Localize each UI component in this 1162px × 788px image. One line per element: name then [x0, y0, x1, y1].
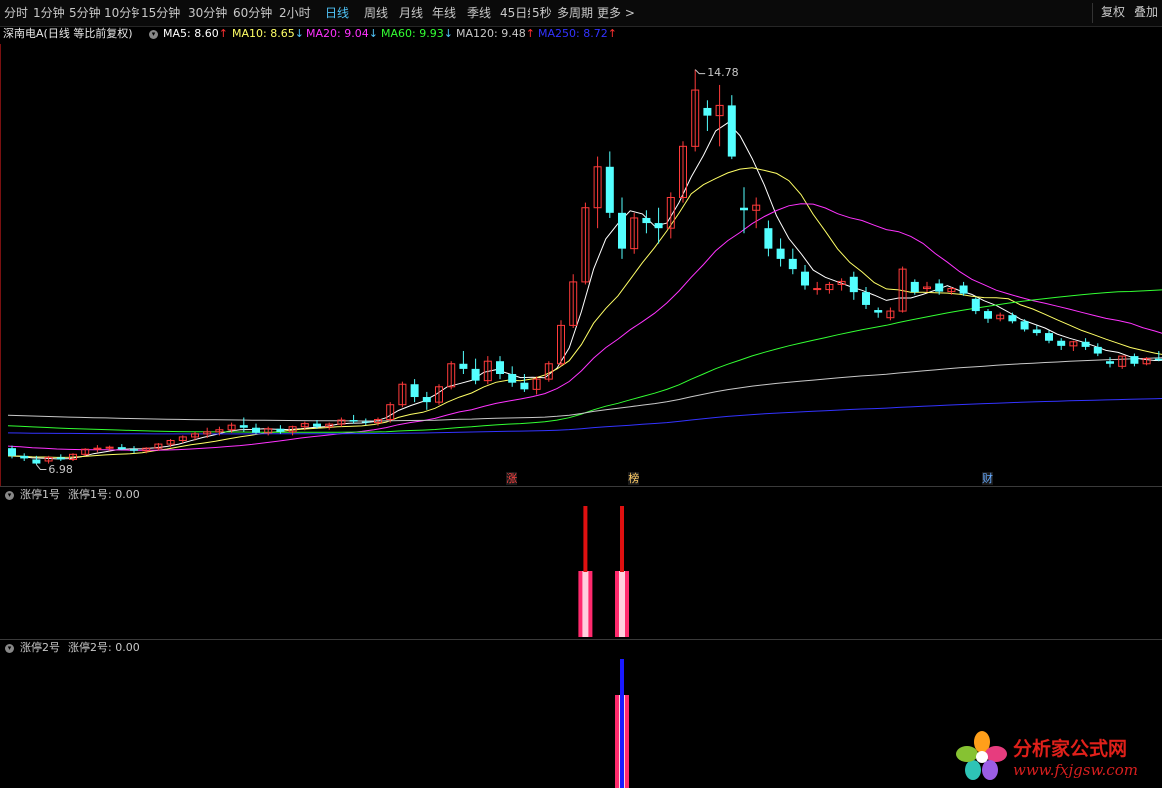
candle-body-down — [276, 428, 285, 432]
candle-body-down — [984, 311, 992, 319]
candle-body-down — [874, 310, 883, 313]
candle-body-down — [422, 397, 431, 403]
high-price-label: 14.78 — [707, 65, 739, 79]
candle-body-down — [605, 166, 614, 213]
candle-body-down — [313, 423, 321, 427]
candle-body-down — [935, 283, 944, 292]
limit-up-signal — [620, 506, 624, 572]
candle-body-down — [788, 258, 797, 270]
watermark: 分析家公式网 www.fxjgsw.com — [955, 730, 1155, 785]
candle-body-down — [1154, 358, 1162, 361]
candle-body-down — [8, 448, 16, 456]
candle-body-down — [740, 207, 748, 211]
candle-body-down — [959, 285, 968, 294]
flower-logo-icon — [956, 731, 1007, 780]
candle-body-down — [1045, 333, 1053, 341]
limit-up-bar-core — [582, 571, 589, 637]
candle-body-down — [459, 363, 468, 369]
candle-body-down — [727, 105, 736, 157]
watermark-url: www.fxjgsw.com — [1013, 761, 1138, 779]
limit-up-signal — [583, 506, 588, 572]
candle-body-down — [349, 420, 358, 422]
candle-body-down — [130, 449, 138, 451]
candle-body-down — [20, 455, 29, 459]
candle-body-down — [496, 361, 504, 374]
candle-body-down — [764, 228, 773, 249]
candle-body-down — [1008, 315, 1017, 322]
candle-body-down — [1106, 361, 1114, 364]
candle-body-down — [56, 457, 65, 460]
ma-line-ma250 — [7, 398, 1162, 435]
candle-body-down — [1093, 346, 1102, 354]
candle-body-down — [849, 276, 858, 293]
ma-line-ma5 — [7, 122, 1162, 460]
candle-body-down — [703, 107, 712, 116]
high-pointer — [694, 69, 706, 75]
candle-body-down — [654, 223, 663, 229]
low-pointer — [36, 464, 47, 471]
limit-up-bar-core — [619, 571, 625, 637]
ma-line-ma120 — [7, 357, 1162, 422]
candle-body-down — [801, 271, 809, 286]
candle-body-down — [971, 298, 980, 312]
candle-body-down — [618, 212, 626, 249]
event-marker-finance[interactable]: 财 — [982, 472, 993, 485]
limit-up-signal — [620, 659, 624, 788]
event-marker-ranking[interactable]: 榜 — [628, 472, 640, 485]
candle-body-down — [1081, 341, 1090, 347]
candle-body-down — [239, 425, 248, 428]
low-price-label: 6.98 — [48, 462, 73, 476]
candle-body-down — [910, 281, 919, 293]
candle-body-down — [1130, 356, 1139, 364]
candle-body-down — [117, 447, 126, 450]
candle-body-down — [32, 459, 41, 464]
candle-body-down — [361, 421, 370, 423]
candle-body-down — [471, 368, 480, 381]
candle-body-down — [252, 427, 260, 433]
ma-line-ma60 — [7, 289, 1162, 433]
candle-body-down — [642, 217, 651, 224]
candle-body-down — [410, 384, 419, 398]
kline-chart[interactable] — [0, 0, 1162, 788]
candle-body-down — [1020, 321, 1029, 330]
candle-body-down — [520, 382, 529, 390]
event-marker-limit-up[interactable]: 涨 — [506, 472, 518, 485]
candle-body-down — [508, 374, 517, 383]
candle-body-down — [1032, 329, 1041, 334]
candle-body-down — [1057, 340, 1066, 346]
candle-body-down — [776, 248, 785, 259]
watermark-title: 分析家公式网 — [1013, 738, 1128, 760]
candle-body-down — [862, 292, 870, 305]
